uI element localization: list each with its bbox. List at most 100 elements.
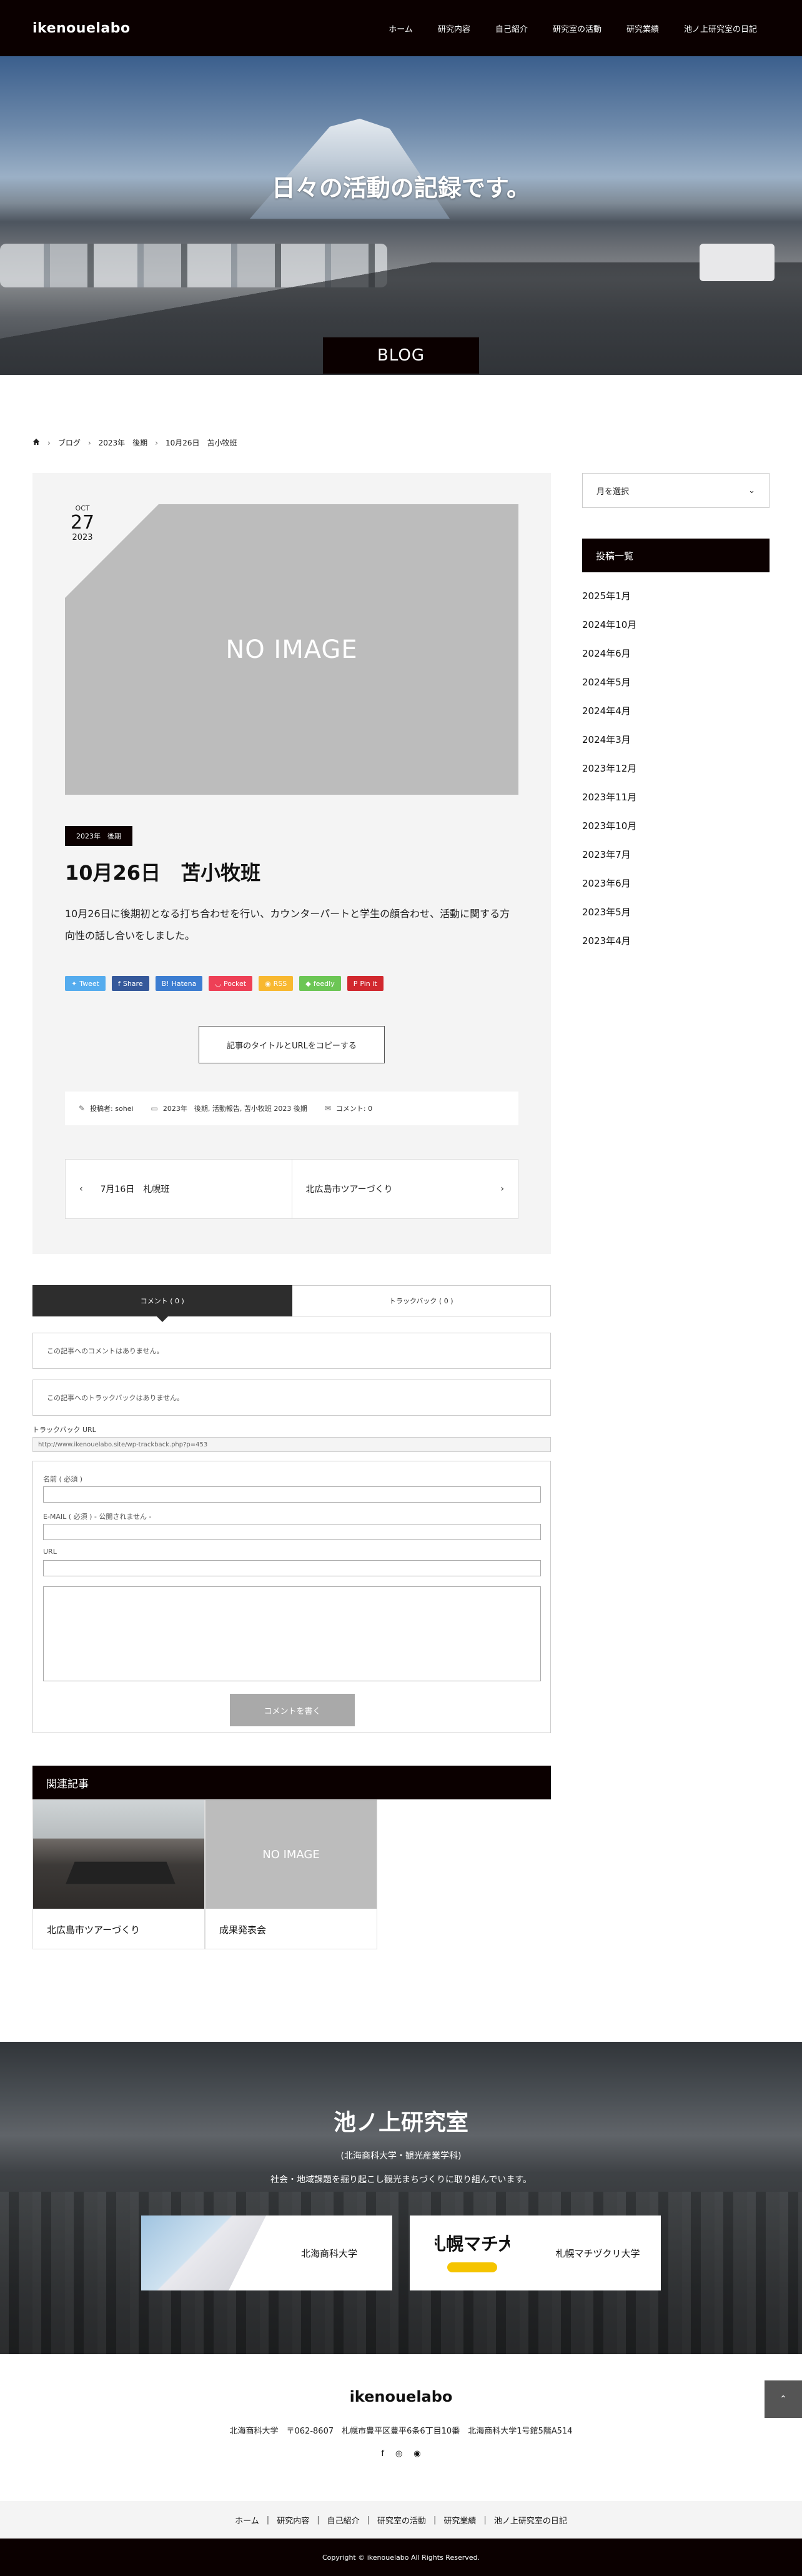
post-date-day: 27 bbox=[70, 512, 95, 534]
breadcrumb-current: 10月26日 苫小牧班 bbox=[166, 439, 237, 447]
nav-item-home[interactable]: ホーム bbox=[376, 22, 425, 34]
share-pocket-button[interactable]: ◡ Pocket bbox=[209, 976, 253, 991]
url-label: URL bbox=[43, 1548, 57, 1556]
nav-item-profile[interactable]: 自己紹介 bbox=[483, 22, 540, 34]
archive-item[interactable]: 2025年1月 bbox=[582, 581, 770, 610]
footer-nav: ホーム | 研究内容 | 自己紹介 | 研究室の活動 | 研究業績 | 池ノ上研究室の日記 bbox=[0, 2501, 802, 2539]
archive-item[interactable]: 2023年10月 bbox=[582, 811, 770, 840]
instagram-icon[interactable]: ◎ bbox=[395, 2449, 402, 2459]
email-field[interactable] bbox=[43, 1524, 541, 1540]
svg-text:札幌マチ大: 札幌マチ大 bbox=[435, 2234, 510, 2254]
nav-item-achievements[interactable]: 研究業績 bbox=[614, 22, 671, 34]
chevron-right-icon: › bbox=[87, 438, 91, 447]
related-post-title: 成果発表会 bbox=[219, 1924, 267, 1936]
archive-item[interactable]: 2024年10月 bbox=[582, 610, 770, 639]
chevron-right-icon: › bbox=[155, 438, 158, 447]
banner-sapporo-machi-university[interactable]: 札幌マチ大 札幌マチヅクリ大学 bbox=[410, 2215, 661, 2290]
name-label: 名前 ( 必須 ) bbox=[43, 1475, 83, 1483]
post-categories[interactable]: 2023年 後期, 活動報告, 苫小牧班 2023 後期 bbox=[163, 1103, 307, 1113]
archive-item[interactable]: 2023年12月 bbox=[582, 753, 770, 782]
archive-month-select[interactable]: 月を選択 ⌄ bbox=[582, 473, 770, 508]
related-posts-heading: 関連記事 bbox=[32, 1766, 551, 1799]
no-image-text: NO IMAGE bbox=[225, 635, 358, 664]
next-post-link[interactable]: 北広島市ツアーづくり › bbox=[291, 1160, 518, 1218]
share-hatena-button[interactable]: B! Hatena bbox=[155, 976, 203, 991]
archive-item[interactable]: 2024年3月 bbox=[582, 725, 770, 753]
related-post-image: NO IMAGE bbox=[205, 1800, 377, 1909]
footer-nav-home[interactable]: ホーム bbox=[235, 2514, 259, 2526]
post-thumbnail: NO IMAGE bbox=[65, 504, 518, 795]
folder-icon: ▭ bbox=[151, 1104, 158, 1113]
rss-icon[interactable]: ◉ bbox=[413, 2449, 420, 2459]
archive-list: 2025年1月 2024年10月 2024年6月 2024年5月 2024年4月… bbox=[582, 581, 770, 955]
footer-nav-profile[interactable]: 自己紹介 bbox=[327, 2514, 360, 2526]
breadcrumb-blog[interactable]: ブログ bbox=[58, 437, 81, 448]
post-author: 投稿者: sohei bbox=[90, 1105, 134, 1113]
submit-comment-button[interactable]: コメントを書く bbox=[230, 1694, 355, 1726]
footer-nav-activities[interactable]: 研究室の活動 bbox=[377, 2514, 426, 2526]
archive-item[interactable]: 2024年5月 bbox=[582, 667, 770, 696]
share-feedly-button[interactable]: ◆ feedly bbox=[299, 976, 341, 991]
footer-logo[interactable]: ikenouelabo bbox=[0, 2388, 802, 2405]
comment-textarea[interactable] bbox=[43, 1586, 541, 1681]
b-icon: B! bbox=[161, 979, 169, 988]
footer-nav-achievements[interactable]: 研究業績 bbox=[443, 2514, 476, 2526]
post-date: OCT 27 2023 bbox=[64, 504, 101, 542]
home-icon[interactable] bbox=[32, 438, 40, 447]
post-category-tag[interactable]: 2023年 後期 bbox=[65, 826, 132, 846]
banner-hokkai-university[interactable]: 北海商科大学 bbox=[141, 2215, 392, 2290]
post-comment-count: コメント: 0 bbox=[335, 1105, 373, 1113]
back-to-top-button[interactable]: ⌃ bbox=[765, 2380, 802, 2418]
trackback-url-field[interactable]: http://www.ikenouelabo.site/wp-trackback… bbox=[32, 1437, 551, 1452]
footer-hero: 池ノ上研究室 (北海商科大学・観光産業学科) 社会・地域課題を掘り起こし観光まち… bbox=[0, 2042, 802, 2354]
name-field[interactable] bbox=[43, 1486, 541, 1503]
related-post-card[interactable]: NO IMAGE 成果発表会 bbox=[205, 1799, 377, 1949]
site-header: ikenouelabo ホーム 研究内容 自己紹介 研究室の活動 研究業績 池ノ… bbox=[0, 0, 802, 56]
article-card: NO IMAGE OCT 27 2023 2023年 後期 10月26日 苫小牧… bbox=[32, 473, 551, 1254]
archive-item[interactable]: 2024年4月 bbox=[582, 696, 770, 725]
comment-icon: ✉ bbox=[324, 1104, 331, 1113]
post-meta: ✎ 投稿者: sohei ▭ 2023年 後期, 活動報告, 苫小牧班 2023 後… bbox=[65, 1092, 518, 1125]
related-post-image bbox=[33, 1800, 204, 1909]
site-logo[interactable]: ikenouelabo bbox=[32, 21, 131, 36]
url-field[interactable] bbox=[43, 1560, 541, 1576]
f-icon: f bbox=[117, 979, 121, 988]
chevron-up-icon: ⌃ bbox=[780, 2394, 787, 2404]
footer-nav-research[interactable]: 研究内容 bbox=[277, 2514, 309, 2526]
copy-title-url-button[interactable]: 記事のタイトルとURLをコピーする bbox=[199, 1026, 385, 1063]
breadcrumb-category[interactable]: 2023年 後期 bbox=[99, 437, 148, 448]
archive-item[interactable]: 2023年5月 bbox=[582, 897, 770, 926]
tab-trackbacks[interactable]: トラックバック ( 0 ) bbox=[292, 1285, 551, 1316]
archive-item[interactable]: 2024年6月 bbox=[582, 639, 770, 667]
post-title: 10月26日 苫小牧班 bbox=[65, 861, 261, 885]
share-twitter-button[interactable]: ✦ Tweet bbox=[65, 976, 106, 991]
trackback-url-label: トラックバック URL bbox=[32, 1426, 96, 1434]
facebook-icon[interactable]: f bbox=[381, 2449, 384, 2459]
share-facebook-button[interactable]: f Share bbox=[111, 976, 149, 991]
share-pinterest-button[interactable]: P Pin it bbox=[347, 976, 384, 991]
breadcrumb: › ブログ › 2023年 後期 › 10月26日 苫小牧班 bbox=[32, 437, 237, 448]
footer-social-links: f ◎ ◉ bbox=[0, 2449, 802, 2459]
tab-comments[interactable]: コメント ( 0 ) bbox=[32, 1285, 292, 1322]
post-navigation: ‹ 7月16日 札幌班 北広島市ツアーづくり › bbox=[65, 1159, 518, 1219]
nav-item-research[interactable]: 研究内容 bbox=[425, 22, 483, 34]
post-body: 10月26日に後期初となる打ち合わせを行い、カウンターパートと学生の顔合わせ、活… bbox=[65, 908, 510, 942]
share-rss-button[interactable]: ◉ RSS bbox=[259, 976, 294, 991]
footer-address: 北海商科大学 〒062-8607 札幌市豊平区豊平6条6丁目10番 北海商科大学… bbox=[229, 2427, 573, 2436]
footer-nav-diary[interactable]: 池ノ上研究室の日記 bbox=[494, 2514, 567, 2526]
related-post-card[interactable]: 北広島市ツアーづくり bbox=[32, 1799, 205, 1949]
chevron-right-icon: › bbox=[500, 1184, 504, 1194]
email-label: E-MAIL ( 必須 ) - 公開されません - bbox=[43, 1513, 152, 1521]
nav-item-diary[interactable]: 池ノ上研究室の日記 bbox=[671, 22, 770, 34]
nav-item-activities[interactable]: 研究室の活動 bbox=[540, 22, 614, 34]
university-building-image bbox=[141, 2215, 266, 2290]
archive-item[interactable]: 2023年4月 bbox=[582, 926, 770, 955]
archive-item[interactable]: 2023年6月 bbox=[582, 868, 770, 897]
no-trackbacks-message: この記事へのトラックバックはありません。 bbox=[32, 1380, 551, 1416]
pin-icon: P bbox=[353, 979, 358, 988]
hero-title: 日々の活動の記録です。 bbox=[271, 174, 531, 202]
sapporo-machi-logo: 札幌マチ大 bbox=[410, 2215, 535, 2290]
prev-post-link[interactable]: ‹ 7月16日 札幌班 bbox=[66, 1160, 292, 1218]
archive-item[interactable]: 2023年11月 bbox=[582, 782, 770, 811]
archive-item[interactable]: 2023年7月 bbox=[582, 840, 770, 868]
